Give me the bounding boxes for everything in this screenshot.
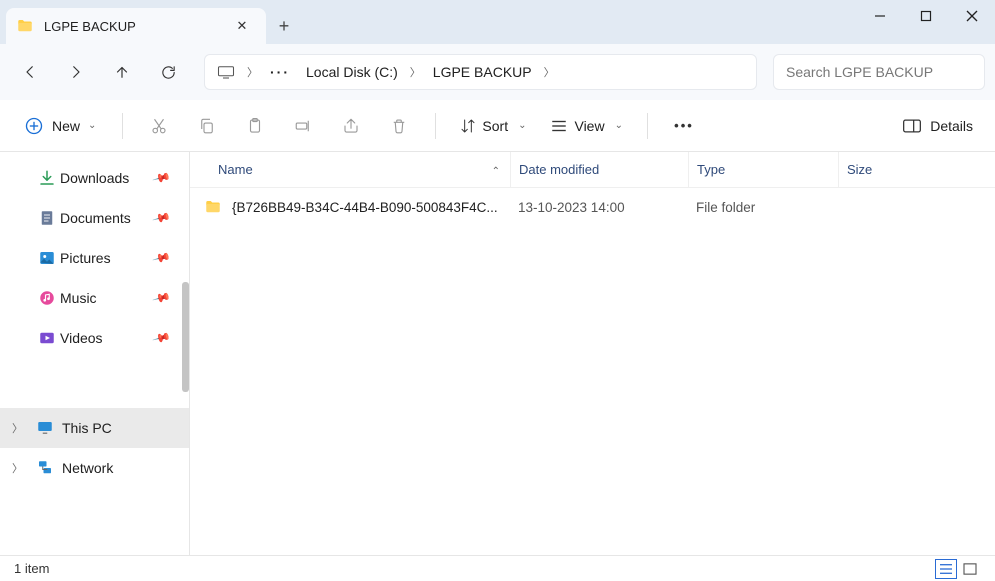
maximize-button[interactable] <box>903 0 949 32</box>
column-size[interactable]: Size <box>838 152 995 187</box>
sidebar-item-documents[interactable]: Documents 📌 <box>0 198 189 238</box>
close-button[interactable] <box>949 0 995 32</box>
sidebar-item-network[interactable]: 〉 Network <box>0 448 189 488</box>
scrollbar-thumb[interactable] <box>182 282 189 392</box>
search-placeholder: Search LGPE BACKUP <box>786 64 933 80</box>
sidebar-item-label: Downloads <box>60 170 129 186</box>
separator <box>435 113 436 139</box>
pictures-icon <box>38 249 56 267</box>
rename-button[interactable] <box>283 106 323 146</box>
main: Downloads 📌 Documents 📌 Pictures 📌 Music… <box>0 152 995 555</box>
sort-icon <box>460 118 476 134</box>
videos-icon <box>38 329 56 347</box>
chevron-right-icon[interactable]: 〉 <box>12 420 23 436</box>
breadcrumb-segment-0[interactable]: Local Disk (C:) <box>300 60 404 84</box>
details-label: Details <box>930 118 973 134</box>
view-button[interactable]: View ⌄ <box>542 112 630 140</box>
up-button[interactable] <box>102 52 142 92</box>
plus-circle-icon <box>24 116 44 136</box>
back-button[interactable] <box>10 52 50 92</box>
sidebar-item-this-pc[interactable]: 〉 This PC <box>0 408 189 448</box>
new-label: New <box>52 118 80 134</box>
network-icon <box>36 459 54 477</box>
pc-icon <box>36 419 54 437</box>
minimize-button[interactable] <box>857 0 903 32</box>
chevron-down-icon: ⌄ <box>615 120 623 131</box>
more-button[interactable]: ••• <box>664 106 704 146</box>
sort-indicator-icon: ⌃ <box>492 166 500 177</box>
pin-icon: 📌 <box>152 248 172 268</box>
details-pane-button[interactable]: Details <box>894 112 981 140</box>
sidebar-item-downloads[interactable]: Downloads 📌 <box>0 158 189 198</box>
column-name[interactable]: Name ⌃ <box>190 162 510 177</box>
sidebar-item-label: Pictures <box>60 250 111 266</box>
separator <box>122 113 123 139</box>
column-headers: Name ⌃ Date modified Type Size <box>190 152 995 188</box>
search-input[interactable]: Search LGPE BACKUP <box>773 54 985 90</box>
folder-icon <box>16 17 34 35</box>
new-tab-button[interactable]: + <box>266 8 302 44</box>
breadcrumb-overflow[interactable]: ··· <box>264 60 296 84</box>
sidebar-item-music[interactable]: Music 📌 <box>0 278 189 318</box>
chevron-right-icon[interactable]: 〉 <box>542 64 557 80</box>
thumbnails-view-toggle[interactable] <box>959 559 981 579</box>
address-bar[interactable]: 〉 ··· Local Disk (C:) 〉 LGPE BACKUP 〉 <box>204 54 757 90</box>
sidebar-item-label: Documents <box>60 210 131 226</box>
navbar: 〉 ··· Local Disk (C:) 〉 LGPE BACKUP 〉 Se… <box>0 44 995 100</box>
sidebar-item-label: This PC <box>62 420 112 436</box>
file-type: File folder <box>688 200 838 215</box>
toolbar: New ⌄ Sort ⌄ View ⌄ ••• Details <box>0 100 995 152</box>
sidebar-item-label: Videos <box>60 330 103 346</box>
view-label: View <box>574 118 604 134</box>
window-controls <box>857 0 995 44</box>
titlebar: LGPE BACKUP ✕ + <box>0 0 995 44</box>
file-date: 13-10-2023 14:00 <box>510 200 688 215</box>
column-date[interactable]: Date modified <box>510 152 688 187</box>
view-icon <box>550 118 568 134</box>
chevron-down-icon: ⌄ <box>88 120 96 131</box>
chevron-right-icon[interactable]: 〉 <box>408 64 423 80</box>
file-name: {B726BB49-B34C-44B4-B090-500843F4C... <box>232 200 498 215</box>
paste-button[interactable] <box>235 106 275 146</box>
breadcrumb-root-icon[interactable] <box>211 61 241 83</box>
chevron-down-icon: ⌄ <box>518 120 526 131</box>
pin-icon: 📌 <box>152 168 172 188</box>
sidebar-item-pictures[interactable]: Pictures 📌 <box>0 238 189 278</box>
pin-icon: 📌 <box>152 328 172 348</box>
sort-button[interactable]: Sort ⌄ <box>452 112 534 140</box>
document-icon <box>38 209 56 227</box>
details-view-toggle[interactable] <box>935 559 957 579</box>
column-type[interactable]: Type <box>688 152 838 187</box>
chevron-right-icon[interactable]: 〉 <box>12 460 23 476</box>
refresh-button[interactable] <box>148 52 188 92</box>
sidebar: Downloads 📌 Documents 📌 Pictures 📌 Music… <box>0 152 190 555</box>
tab-title: LGPE BACKUP <box>44 19 228 34</box>
status-bar: 1 item <box>0 555 995 581</box>
new-button[interactable]: New ⌄ <box>14 110 106 142</box>
file-row[interactable]: {B726BB49-B34C-44B4-B090-500843F4C... 13… <box>190 188 995 226</box>
separator <box>647 113 648 139</box>
sidebar-item-label: Music <box>60 290 97 306</box>
folder-icon <box>204 198 222 216</box>
item-count: 1 item <box>14 561 49 576</box>
pin-icon: 📌 <box>152 208 172 228</box>
share-button[interactable] <box>331 106 371 146</box>
music-icon <box>38 289 56 307</box>
sort-label: Sort <box>482 118 508 134</box>
copy-button[interactable] <box>187 106 227 146</box>
cut-button[interactable] <box>139 106 179 146</box>
tab-close-button[interactable]: ✕ <box>228 18 256 34</box>
pin-icon: 📌 <box>152 288 172 308</box>
file-pane: Name ⌃ Date modified Type Size {B726BB49… <box>190 152 995 555</box>
window-tab[interactable]: LGPE BACKUP ✕ <box>6 8 266 44</box>
sidebar-item-label: Network <box>62 460 113 476</box>
delete-button[interactable] <box>379 106 419 146</box>
sidebar-item-videos[interactable]: Videos 📌 <box>0 318 189 358</box>
download-icon <box>38 169 56 187</box>
chevron-right-icon[interactable]: 〉 <box>245 64 260 80</box>
breadcrumb-segment-1[interactable]: LGPE BACKUP <box>427 60 538 84</box>
forward-button[interactable] <box>56 52 96 92</box>
details-pane-icon <box>902 118 922 134</box>
